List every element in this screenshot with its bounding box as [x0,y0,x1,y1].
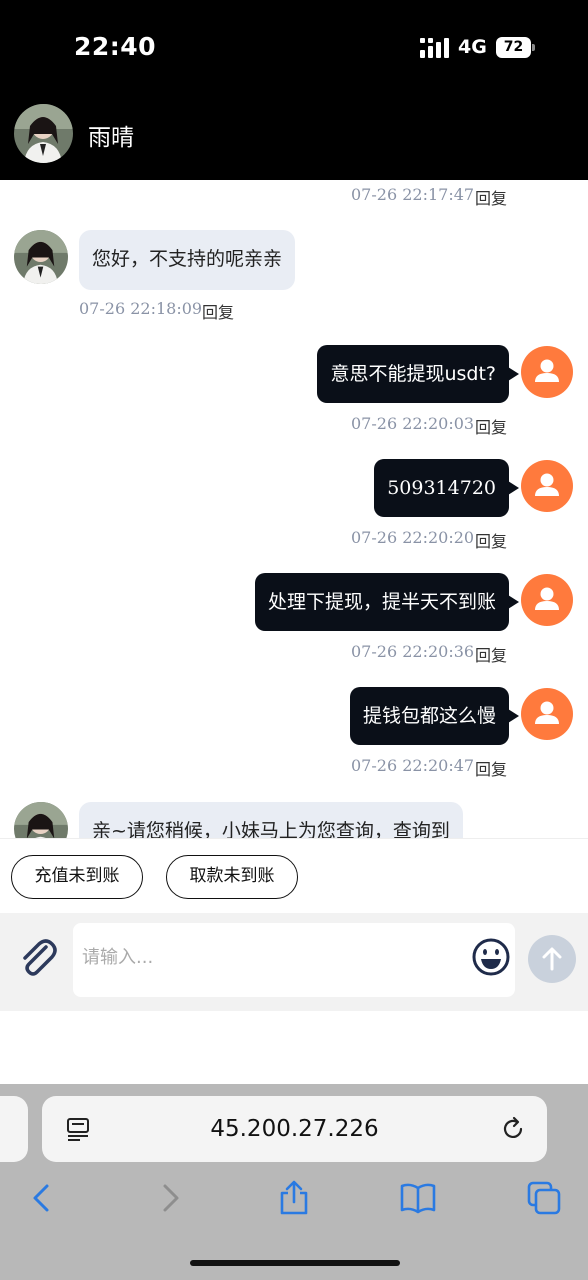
reply-link[interactable]: 回复 [475,756,507,780]
chevron-right-icon[interactable] [152,1180,188,1216]
home-indicator [190,1260,400,1266]
user-avatar[interactable] [521,346,573,398]
reload-icon[interactable] [500,1116,526,1142]
message-text: 509314720 [387,477,496,499]
outgoing-bubble: 提钱包都这么慢 [349,687,519,745]
address-bar[interactable]: 45.200.27.226 [42,1096,547,1162]
reply-link[interactable]: 回复 [475,414,507,438]
reply-link[interactable]: 回复 [202,299,234,323]
input-placeholder: 请输入... [82,947,154,968]
user-avatar[interactable] [521,688,573,740]
message-time: 07-26 22:20:20 [351,528,475,547]
screen: 22:40 4G 72 雨晴 07-26 22:17:47 回复 您好，不支持的… [0,0,588,1280]
person-icon [535,701,559,724]
message-time: 07-26 22:20:36 [351,642,475,661]
quick-reply-deposit[interactable]: 充值未到账 [11,855,143,899]
url-text: 45.200.27.226 [210,1116,379,1142]
arrow-up-icon [542,947,562,971]
person-icon [535,587,559,610]
user-avatar[interactable] [521,574,573,626]
sender-avatar[interactable] [14,230,68,284]
battery-level: 72 [496,37,531,58]
network-type: 4G [458,36,487,58]
reply-link[interactable]: 回复 [475,185,507,209]
tabs-icon[interactable] [526,1180,562,1216]
avatar-photo-icon [14,104,73,163]
signal-icon [420,38,449,58]
paperclip-icon[interactable] [16,937,58,979]
chevron-left-icon[interactable] [24,1180,60,1216]
message-time: 07-26 22:17:47 [351,185,475,204]
message-text: 处理下提现，提半天不到账 [267,591,496,613]
composer: 请输入... [0,913,588,1011]
contact-avatar[interactable] [14,104,73,163]
outgoing-bubble: 意思不能提现usdt? [317,345,519,403]
message-time: 07-26 22:18:09 [79,299,203,318]
avatar-photo-icon [14,230,68,284]
sender-avatar[interactable] [14,802,68,838]
avatar-photo-icon [14,802,68,838]
top-bar: 22:40 4G 72 雨晴 [0,0,588,180]
incoming-bubble: 您好，不支持的呢亲亲 [79,230,296,290]
share-icon[interactable] [276,1180,312,1216]
contact-name: 雨晴 [88,125,134,151]
person-icon [535,473,559,496]
status-time: 22:40 [74,32,157,61]
outgoing-bubble: 509314720 [374,459,519,517]
smiley-icon[interactable] [471,937,511,977]
quick-reply-withdraw[interactable]: 取款未到账 [166,855,298,899]
message-text: 意思不能提现usdt? [330,363,496,385]
quick-reply-bar: 充值未到账 取款未到账 [0,838,588,913]
outgoing-bubble: 处理下提现，提半天不到账 [254,573,519,631]
person-icon [535,359,559,382]
reply-link[interactable]: 回复 [475,642,507,666]
send-button[interactable] [528,935,576,983]
user-avatar[interactable] [521,460,573,512]
battery-icon: 72 [496,37,536,58]
browser-toolbar: 45.200.27.226 [0,1084,588,1280]
previous-tab-preview[interactable] [0,1096,28,1162]
message-time: 07-26 22:20:47 [351,756,475,775]
incoming-bubble: 亲~请您稍候，小妹马上为您查询，查询到 [79,802,463,838]
chat-thread[interactable]: 07-26 22:17:47 回复 您好，不支持的呢亲亲 07-26 22:18… [0,180,588,838]
message-text: 提钱包都这么慢 [362,705,496,727]
reply-link[interactable]: 回复 [475,528,507,552]
message-time: 07-26 22:20:03 [351,414,475,433]
book-icon[interactable] [400,1180,436,1216]
